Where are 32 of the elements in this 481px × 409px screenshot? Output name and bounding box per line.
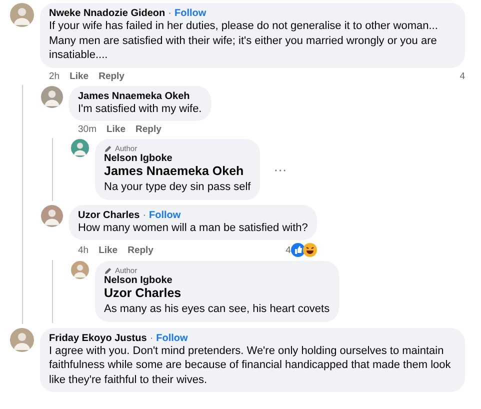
comment-time: 4h — [78, 244, 89, 256]
comment-text: I agree with you. Don't mind pretenders. We're only holding ourselves to maintain faithfulness while some are because of financial handicapped that made them look like they're faithful to their wives. — [49, 344, 452, 387]
follow-link[interactable]: Follow — [156, 332, 188, 344]
reaction-count: 4 — [286, 244, 291, 256]
reply-link[interactable]: Reply — [98, 70, 124, 82]
commenter-name[interactable]: Friday Ekoyo Justus — [49, 332, 147, 344]
like-link[interactable]: Like — [70, 70, 89, 82]
follow-link[interactable]: Follow — [174, 8, 206, 19]
comment-text: I'm satisfied with my wife. — [78, 102, 202, 116]
separator-dot: · — [150, 332, 154, 344]
like-link[interactable]: Like — [106, 124, 126, 135]
comment-text: Na your type dey sin pass self — [104, 180, 251, 194]
separator-dot: · — [142, 210, 146, 220]
reaction-count: 4 — [460, 70, 465, 82]
commenter-name[interactable]: Nweke Nnadozie Gideon — [49, 8, 166, 19]
reply-link[interactable]: Reply — [128, 244, 154, 256]
follow-link[interactable]: Follow — [149, 210, 181, 220]
comment-text: As many as his eyes can see, his heart covets — [104, 302, 330, 316]
commenter-name[interactable]: Nelson Igboke — [104, 153, 172, 164]
comment-time: 30m — [78, 124, 96, 135]
commenter-name[interactable]: Uzor Charles — [78, 210, 140, 220]
reply-link[interactable]: Reply — [136, 124, 162, 135]
mentioned-name[interactable]: James Nnaemeka Okeh — [104, 164, 251, 178]
separator-dot: · — [168, 8, 172, 19]
mentioned-name[interactable]: Uzor Charles — [104, 286, 330, 300]
comment-text: How many women will a man be satisfied with? — [78, 220, 308, 235]
like-link[interactable]: Like — [98, 244, 118, 256]
comment-text: If your wife has failed in her duties, please do not generalise it to other woman... Many men are satisfied with their wife; it's either you married wrongly or you are insatiable.... — [49, 19, 439, 62]
commenter-name[interactable]: Nelson Igboke — [104, 275, 172, 286]
commenter-name[interactable]: James Nnaemeka Okeh — [78, 90, 190, 102]
comment-time: 2h — [49, 70, 60, 82]
more-options-button[interactable]: ··· — [274, 162, 287, 177]
